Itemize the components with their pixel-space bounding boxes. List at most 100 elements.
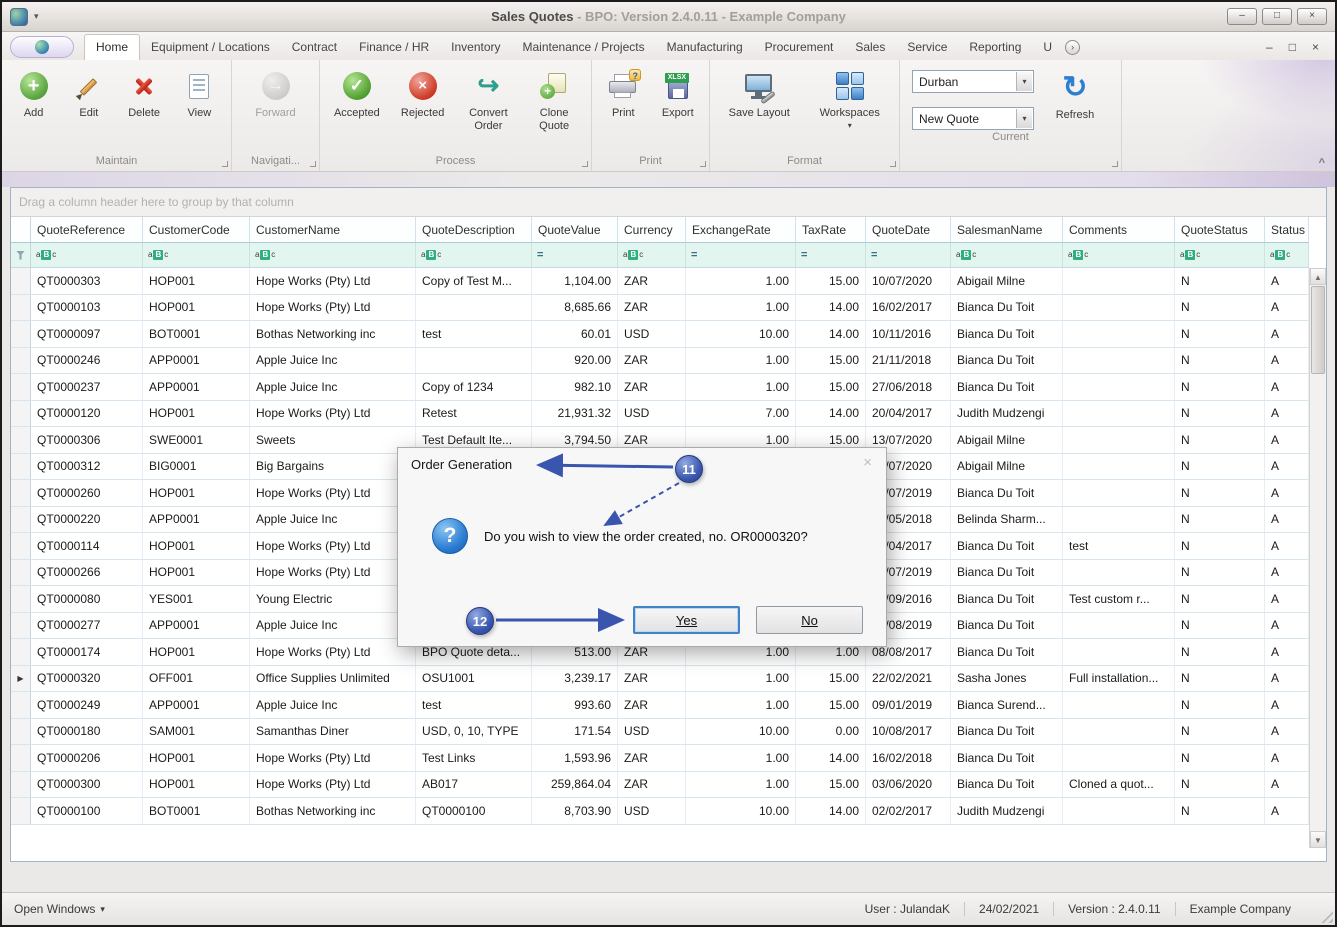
grid-cell[interactable]: A [1265, 533, 1309, 559]
grid-cell[interactable] [1063, 560, 1175, 586]
grid-cell[interactable]: HOP001 [143, 560, 250, 586]
grid-cell[interactable]: HOP001 [143, 295, 250, 321]
dialog-close-icon[interactable]: × [863, 454, 872, 471]
dialog-launcher-icon[interactable] [890, 161, 896, 167]
grid-cell[interactable]: ZAR [618, 348, 686, 374]
grid-cell[interactable]: Samanthas Diner [250, 719, 416, 745]
table-row[interactable]: QT0000249APP0001Apple Juice Inctest993.6… [11, 692, 1309, 719]
grid-cell[interactable]: A [1265, 798, 1309, 824]
grid-cell[interactable]: N [1175, 321, 1265, 347]
grid-cell[interactable]: N [1175, 666, 1265, 692]
grid-cell[interactable] [416, 348, 532, 374]
application-menu-button[interactable] [10, 36, 74, 58]
table-row[interactable]: QT0000246APP0001Apple Juice Inc920.00ZAR… [11, 348, 1309, 375]
grid-cell[interactable]: APP0001 [143, 348, 250, 374]
dialog-launcher-icon[interactable] [1112, 161, 1118, 167]
grid-cell[interactable]: N [1175, 454, 1265, 480]
filter-cell-comments[interactable]: aBc [1063, 243, 1175, 267]
tab-sales[interactable]: Sales [844, 35, 896, 60]
grid-cell[interactable]: USD, 0, 10, TYPE [416, 719, 532, 745]
dialog-launcher-icon[interactable] [222, 161, 228, 167]
grid-cell[interactable]: 171.54 [532, 719, 618, 745]
grid-cell[interactable]: A [1265, 639, 1309, 665]
grid-cell[interactable]: USD [618, 798, 686, 824]
grid-cell[interactable] [1063, 745, 1175, 771]
grid-cell[interactable] [1063, 507, 1175, 533]
grid-cell[interactable]: A [1265, 427, 1309, 453]
grid-cell[interactable]: Sasha Jones [951, 666, 1063, 692]
grid-cell[interactable]: N [1175, 719, 1265, 745]
grid-cell[interactable]: USD [618, 401, 686, 427]
grid-cell[interactable]: Big Bargains [250, 454, 416, 480]
grid-cell[interactable]: Bianca Du Toit [951, 321, 1063, 347]
export-button[interactable]: XLSX Export [651, 68, 706, 120]
grid-cell[interactable]: USD [618, 719, 686, 745]
grid-cell[interactable]: 14.00 [796, 401, 866, 427]
grid-cell[interactable]: 259,864.04 [532, 772, 618, 798]
grid-cell[interactable]: Copy of 1234 [416, 374, 532, 400]
grid-cell[interactable] [1063, 348, 1175, 374]
grid-cell[interactable]: Bianca Du Toit [951, 533, 1063, 559]
grid-cell[interactable]: Copy of Test M... [416, 268, 532, 294]
table-row[interactable]: QT0000300HOP001Hope Works (Pty) LtdAB017… [11, 772, 1309, 799]
grid-cell[interactable]: Bothas Networking inc [250, 321, 416, 347]
refresh-button[interactable]: ↻ Refresh [1044, 70, 1106, 130]
grid-cell[interactable]: N [1175, 798, 1265, 824]
grid-cell[interactable]: 03/06/2020 [866, 772, 951, 798]
tab-u[interactable]: U [1032, 35, 1063, 60]
grid-cell[interactable]: QT0000180 [31, 719, 143, 745]
grid-cell[interactable]: Hope Works (Pty) Ltd [250, 639, 416, 665]
column-header-currency[interactable]: Currency [618, 217, 686, 242]
grid-cell[interactable]: 02/02/2017 [866, 798, 951, 824]
grid-cell[interactable]: Apple Juice Inc [250, 348, 416, 374]
grid-cell[interactable]: HOP001 [143, 480, 250, 506]
grid-cell[interactable]: QT0000097 [31, 321, 143, 347]
grid-cell[interactable]: Bianca Surend... [951, 692, 1063, 718]
column-header-quotevalue[interactable]: QuoteValue [532, 217, 618, 242]
grid-cell[interactable]: Hope Works (Pty) Ltd [250, 295, 416, 321]
grid-cell[interactable]: Full installation... [1063, 666, 1175, 692]
grid-cell[interactable] [1063, 719, 1175, 745]
edit-button[interactable]: Edit [61, 68, 116, 120]
grid-cell[interactable]: ZAR [618, 295, 686, 321]
grid-cell[interactable]: 15.00 [796, 268, 866, 294]
resize-grip[interactable] [1320, 910, 1333, 923]
grid-cell[interactable]: APP0001 [143, 507, 250, 533]
grid-cell[interactable]: QT0000114 [31, 533, 143, 559]
grid-cell[interactable]: QT0000080 [31, 586, 143, 612]
grid-cell[interactable]: 15.00 [796, 348, 866, 374]
column-header-taxrate[interactable]: TaxRate [796, 217, 866, 242]
clone-quote-button[interactable]: + Clone Quote [526, 68, 582, 132]
grid-cell[interactable]: A [1265, 480, 1309, 506]
grid-cell[interactable]: 1.00 [686, 772, 796, 798]
column-header-comments[interactable]: Comments [1063, 217, 1175, 242]
grid-cell[interactable]: Bianca Du Toit [951, 586, 1063, 612]
grid-cell[interactable]: Sweets [250, 427, 416, 453]
tab-reporting[interactable]: Reporting [958, 35, 1032, 60]
column-header-customercode[interactable]: CustomerCode [143, 217, 250, 242]
grid-cell[interactable]: A [1265, 772, 1309, 798]
grid-cell[interactable]: test [1063, 533, 1175, 559]
filter-funnel-icon[interactable] [16, 251, 25, 260]
grid-cell[interactable]: BOT0001 [143, 321, 250, 347]
scroll-up-icon[interactable]: ▲ [1310, 268, 1326, 285]
grid-cell[interactable]: N [1175, 772, 1265, 798]
grid-cell[interactable]: N [1175, 639, 1265, 665]
grid-cell[interactable]: N [1175, 507, 1265, 533]
column-header-customername[interactable]: CustomerName [250, 217, 416, 242]
grid-cell[interactable]: Judith Mudzengi [951, 401, 1063, 427]
grid-cell[interactable]: A [1265, 745, 1309, 771]
grid-cell[interactable]: N [1175, 295, 1265, 321]
filter-cell-status[interactable]: aBc [1265, 243, 1309, 267]
view-button[interactable]: View [172, 68, 227, 120]
column-header-status[interactable]: Status [1265, 217, 1309, 242]
filter-cell-quotereference[interactable]: aBc [31, 243, 143, 267]
grid-cell[interactable]: A [1265, 321, 1309, 347]
column-header-quotereference[interactable]: QuoteReference [31, 217, 143, 242]
grid-cell[interactable]: QT0000100 [416, 798, 532, 824]
grid-cell[interactable]: 10.00 [686, 321, 796, 347]
grid-cell[interactable]: 15.00 [796, 692, 866, 718]
yes-button[interactable]: Yes [633, 606, 740, 634]
grid-cell[interactable]: Bianca Du Toit [951, 480, 1063, 506]
filter-cell-quotedescription[interactable]: aBc [416, 243, 532, 267]
